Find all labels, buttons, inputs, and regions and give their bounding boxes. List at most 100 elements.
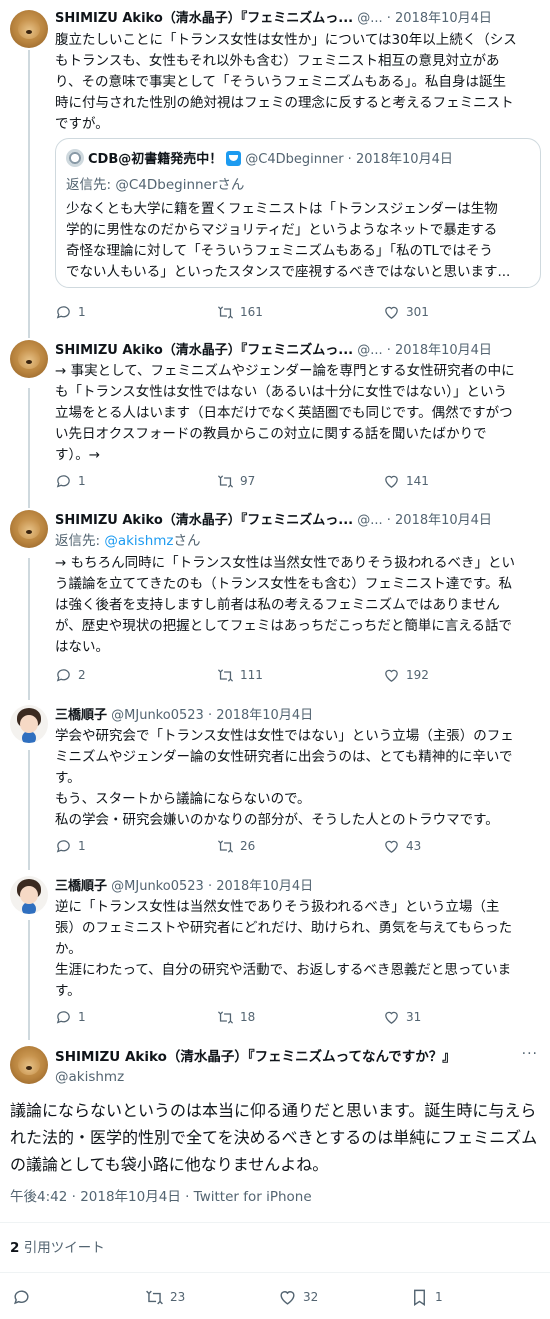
reply-count: 1 <box>78 305 86 319</box>
like-count: 301 <box>406 305 429 319</box>
retweet-button[interactable]: 18 <box>217 1007 255 1027</box>
author-handle[interactable]: @... <box>357 11 382 26</box>
bookmark-count: 1 <box>435 1290 443 1304</box>
avatar[interactable] <box>10 510 48 548</box>
verified-icon <box>226 151 242 166</box>
quoted-tweet-text: 少なくとも大学に籍を置くフェミニストは「トランスジェンダーは生物 学的に男性なの… <box>66 199 532 283</box>
like-icon <box>385 669 398 682</box>
text-line: は強く後者を支持しますし前者は私の考えるフェミニズムではありません <box>55 597 500 613</box>
quote-tweets-link[interactable]: 2 引用ツイート <box>10 1237 105 1259</box>
reply-button[interactable]: 2 <box>55 665 86 685</box>
reply-button[interactable]: 1 <box>55 302 86 322</box>
reply-icon <box>56 668 70 682</box>
reply-button[interactable]: 1 <box>55 1007 86 1027</box>
tweet-text: 腹立たしいことに「トランス女性は女性か」については30年以上続く（シス もトラン… <box>55 30 537 135</box>
reply-suffix: さん <box>173 533 201 549</box>
text-line: ですが。 <box>55 116 109 132</box>
retweet-button[interactable]: 161 <box>217 302 263 322</box>
quoted-reply-to: 返信先: @C4Dbeginnerさん <box>66 175 244 195</box>
reply-prefix: 返信先: <box>55 533 105 549</box>
author-handle[interactable]: @... <box>357 513 382 528</box>
quoted-tweet-header: CDB@初書籍発売中！ @C4Dbeginner · 2018年10月4日 <box>66 149 453 169</box>
reply-button[interactable] <box>12 1287 31 1307</box>
retweet-button[interactable]: 23 <box>145 1287 185 1307</box>
tweet-text: 逆に「トランス女性は当然女性でありそう扱われるべき」という立場（主 張）のフェミ… <box>55 897 537 1002</box>
text-line: 逆に「トランス女性は当然女性でありそう扱われるべき」という立場（主 <box>55 899 500 915</box>
bookmark-button[interactable]: 1 <box>410 1287 443 1307</box>
reply-count: 1 <box>78 474 86 488</box>
like-button[interactable]: 31 <box>383 1007 421 1027</box>
text-line: も「トランス女性は女性ではない（あるいは十分に女性ではない）」という <box>55 384 507 400</box>
author-handle[interactable]: @... <box>357 343 382 358</box>
reply-count: 1 <box>78 1010 86 1024</box>
like-count: 192 <box>406 668 429 682</box>
text-line: もう、スタートから議論にならないので。 <box>55 791 311 807</box>
like-button[interactable]: 32 <box>278 1287 318 1307</box>
thread-tweet[interactable]: SHIMIZU Akiko（清水晶子）『フェミニズムっ... @... · 20… <box>0 340 550 500</box>
text-line: す。 <box>55 770 81 786</box>
text-line: → もちろん同時に「トランス女性は当然女性でありそう扱われるべき」とい <box>55 555 516 571</box>
main-avatar[interactable] <box>10 1046 48 1084</box>
avatar[interactable] <box>10 340 48 378</box>
tweet-date[interactable]: · 2018年10月4日 <box>387 343 492 358</box>
thread-tweet[interactable]: 三橋順子 @MJunko0523 · 2018年10月4日 学会や研究会で「トラ… <box>0 705 550 865</box>
retweet-button[interactable]: 97 <box>217 471 255 491</box>
text-line: い先日オクスフォードの教員からこの対立に関する話を聞いたばかりで <box>55 426 487 442</box>
tweet-text: → 事実として、フェミニズムやジェンダー論を専門とする女性研究者の中に も「トラ… <box>55 361 537 466</box>
text-line: 時に付与された性別の絶対視はフェミの理念に反すると考えるフェミニスト <box>55 95 514 111</box>
thread-tweet[interactable]: 三橋順子 @MJunko0523 · 2018年10月4日 逆に「トランス女性は… <box>0 876 550 1036</box>
avatar[interactable] <box>10 876 48 914</box>
more-button[interactable] <box>518 1046 538 1068</box>
reply-prefix: 返信先: <box>66 177 116 193</box>
reply-link[interactable]: @akishmz <box>104 533 173 549</box>
reply-icon <box>56 839 70 853</box>
text-line: う議論を立ててきたのも（トランス女性をも含む）フェミニスト達です。私 <box>55 576 512 592</box>
tweet-date[interactable]: · 2018年10月4日 <box>208 879 313 894</box>
author-name[interactable]: SHIMIZU Akiko（清水晶子）『フェミニズムっ... <box>55 513 353 528</box>
text-line: す）。→ <box>55 447 101 463</box>
main-author-name[interactable]: SHIMIZU Akiko（清水晶子）『フェミニズムってなんですか？』 <box>55 1046 456 1068</box>
retweet-button[interactable]: 111 <box>217 665 263 685</box>
text-line: 少なくとも大学に籍を置くフェミニストは「トランスジェンダーは生物 <box>66 201 498 217</box>
retweet-count: 111 <box>240 668 263 682</box>
tweet-date[interactable]: · 2018年10月4日 <box>387 11 492 26</box>
reply-button[interactable]: 1 <box>55 471 86 491</box>
author-name[interactable]: SHIMIZU Akiko（清水晶子）『フェミニズムっ... <box>55 11 353 26</box>
like-button[interactable]: 141 <box>383 471 429 491</box>
avatar[interactable] <box>10 705 48 743</box>
like-button[interactable]: 192 <box>383 665 429 685</box>
thread-tweet[interactable]: SHIMIZU Akiko（清水晶子）『フェミニズムっ... @... · 20… <box>0 8 550 328</box>
text-line: 議論にならないというのは本当に仰る通りだと思います。誕生時に与えら <box>10 1101 537 1120</box>
author-name[interactable]: SHIMIZU Akiko（清水晶子）『フェミニズムっ... <box>55 343 353 358</box>
like-icon <box>385 306 398 319</box>
author-handle[interactable]: @MJunko0523 <box>111 708 204 723</box>
reply-link: @C4Dbeginnerさん <box>115 177 245 193</box>
reply-button[interactable]: 1 <box>55 836 86 856</box>
divider <box>0 1222 550 1223</box>
author-name[interactable]: 三橋順子 <box>55 708 107 723</box>
tweet-header: SHIMIZU Akiko（清水晶子）『フェミニズムっ... @... · 20… <box>55 8 540 30</box>
quote-count: 2 <box>10 1240 20 1256</box>
like-button[interactable]: 43 <box>383 836 421 856</box>
tweet-header: SHIMIZU Akiko（清水晶子）『フェミニズムっ... @... · 20… <box>55 510 540 532</box>
quoted-tweet[interactable]: CDB@初書籍発売中！ @C4Dbeginner · 2018年10月4日 返信先… <box>55 138 541 288</box>
tweet-header: SHIMIZU Akiko（清水晶子）『フェミニズムっ... @... · 20… <box>55 340 540 362</box>
tweet-date[interactable]: · 2018年10月4日 <box>208 708 313 723</box>
text-line: 学的に男性なのだからマジョリティだ」というようなネットで暴走する <box>66 222 498 238</box>
bookmark-icon <box>414 1289 425 1306</box>
author-name[interactable]: 三橋順子 <box>55 879 107 894</box>
main-author-handle[interactable]: @akishmz <box>55 1066 124 1088</box>
main-tweet-meta[interactable]: 午後4:42 · 2018年10月4日 · Twitter for iPhone <box>10 1186 312 1208</box>
tweet-date[interactable]: · 2018年10月4日 <box>387 513 492 528</box>
thread-tweet[interactable]: SHIMIZU Akiko（清水晶子）『フェミニズムっ... @... · 20… <box>0 510 550 690</box>
like-button[interactable]: 301 <box>383 302 429 322</box>
avatar[interactable] <box>10 10 48 48</box>
retweet-icon <box>146 1290 163 1304</box>
retweet-button[interactable]: 26 <box>217 836 255 856</box>
text-line: 学会や研究会で「トランス女性は女性ではない」という立場（主張）のフェ <box>55 728 514 744</box>
author-handle[interactable]: @MJunko0523 <box>111 879 204 894</box>
like-icon <box>385 475 398 488</box>
tweet-text: 学会や研究会で「トランス女性は女性ではない」という立場（主張）のフェ ミニズムや… <box>55 726 537 831</box>
retweet-count: 26 <box>240 839 256 853</box>
tweet-actions: 1 18 31 <box>55 1007 537 1027</box>
